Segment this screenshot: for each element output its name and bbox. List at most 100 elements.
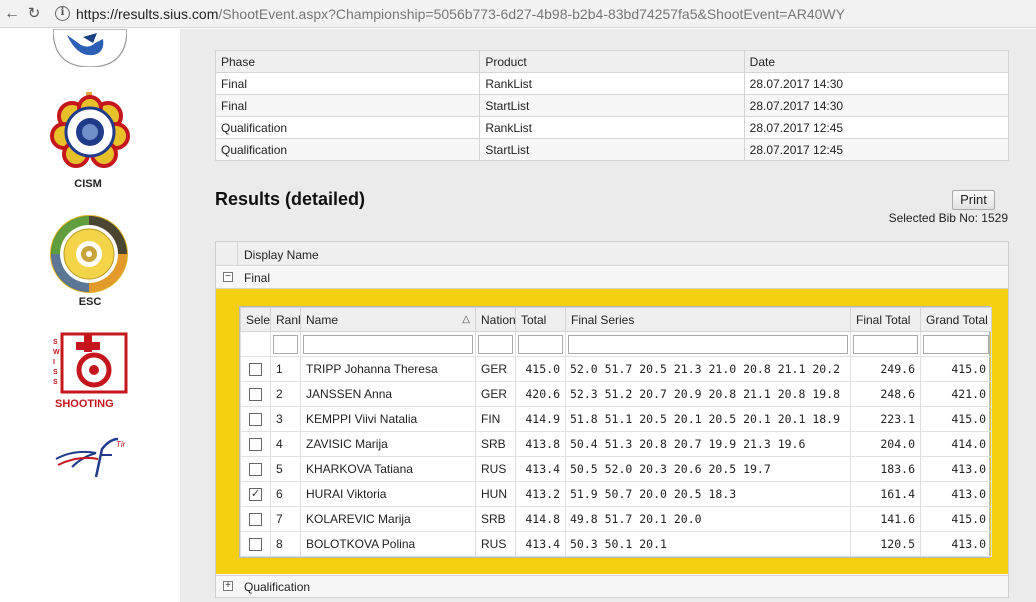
name-cell: KOLAREVIC Marija [300, 506, 476, 532]
col-grand-total[interactable]: Grand Total [920, 307, 992, 332]
phase-row[interactable]: Final RankList 28.07.2017 14:30 [214, 72, 1010, 95]
col-select[interactable]: Selec [240, 307, 271, 332]
reload-icon[interactable]: ↻ [24, 4, 44, 24]
col-total[interactable]: Total [515, 307, 566, 332]
final-total-cell: 161.4 [850, 481, 921, 507]
print-button[interactable]: Print [952, 190, 995, 210]
product-link[interactable]: StartList [479, 94, 745, 117]
filter-rank-input[interactable] [273, 334, 298, 354]
final-series-cell: 50.5 52.0 20.3 20.6 20.5 19.7 [565, 456, 851, 482]
rank-cell: 2 [270, 381, 301, 407]
filter-final-total-input[interactable] [853, 334, 918, 354]
col-name[interactable]: Name △ [300, 307, 476, 332]
federation-logo-top[interactable] [52, 28, 128, 68]
date-header[interactable]: Date [743, 50, 1010, 73]
product-header[interactable]: Product [479, 50, 745, 73]
row-checkbox[interactable]: ✓ [249, 488, 262, 502]
esc-logo[interactable] [48, 213, 130, 295]
final-total-cell: 120.5 [850, 531, 921, 557]
phase-row[interactable]: Qualification StartList 28.07.2017 12:45 [214, 138, 1010, 161]
result-row[interactable]: ✓ 6 HURAI Viktoria HUN 413.2 51.9 50.7 20.0 2… [240, 481, 992, 507]
filter-nation-input[interactable] [478, 334, 513, 354]
product-link[interactable]: StartList [479, 138, 745, 161]
back-arrow-icon[interactable]: ← [2, 4, 22, 24]
fstir-logo[interactable]: Tir [52, 433, 136, 479]
row-checkbox[interactable] [249, 388, 262, 402]
row-checkbox[interactable] [249, 538, 262, 552]
row-checkbox[interactable] [249, 438, 262, 452]
col-nation[interactable]: Nation [475, 307, 516, 332]
sponsor-sidebar: CISM ESC S W I S S SHOOTING Tir [0, 28, 180, 602]
col-final-series[interactable]: Final Series [565, 307, 851, 332]
browser-address-bar: ← ↻ i https://results.sius.com/ShootEven… [0, 0, 1036, 28]
final-series-cell: 52.3 51.2 20.7 20.9 20.8 21.1 20.8 19.8 [565, 381, 851, 407]
phase-table: Phase Product Date Final RankList 28.07.20… [214, 50, 1010, 161]
phase-cell: Qualification [214, 138, 481, 161]
cism-logo[interactable] [50, 92, 130, 174]
rank-cell: 3 [270, 406, 301, 432]
url-host: https://results.sius.com [76, 6, 219, 22]
result-row[interactable]: 4 ZAVISIC Marija SRB 413.8 50.4 51.3 20.8 20… [240, 431, 992, 457]
nation-cell: SRB [475, 506, 516, 532]
swiss-shooting-logo[interactable]: S W I S S [50, 332, 128, 398]
phase-row[interactable]: Final StartList 28.07.2017 14:30 [214, 94, 1010, 117]
final-total-cell: 183.6 [850, 456, 921, 482]
filter-total-input[interactable] [518, 334, 563, 354]
nation-cell: FIN [475, 406, 516, 432]
phase-header[interactable]: Phase [214, 50, 481, 73]
row-checkbox[interactable] [249, 463, 262, 477]
group-row-qualification[interactable]: + Qualification [216, 575, 1008, 597]
row-checkbox[interactable] [249, 363, 262, 377]
grand-total-cell: 413.0 [920, 481, 992, 507]
result-row[interactable]: 3 KEMPPI Viivi Natalia FIN 414.9 51.8 51.1 2… [240, 406, 992, 432]
rank-cell: 1 [270, 356, 301, 382]
grand-total-cell: 421.0 [920, 381, 992, 407]
product-link[interactable]: RankList [479, 116, 745, 139]
esc-label: ESC [78, 296, 102, 308]
site-info-icon[interactable]: i [55, 6, 70, 21]
name-cell: KEMPPI Viivi Natalia [300, 406, 476, 432]
expand-icon[interactable]: + [223, 581, 233, 591]
col-name-label: Name [306, 312, 339, 327]
final-results-table: Selec Rank Name △ Nation Total Final Seri… [240, 307, 992, 557]
total-cell: 413.4 [515, 531, 566, 557]
date-cell: 28.07.2017 12:45 [743, 116, 1010, 139]
phase-cell: Final [214, 72, 481, 95]
final-series-cell: 51.8 51.1 20.5 20.1 20.5 20.1 20.1 18.9 [565, 406, 851, 432]
final-total-cell: 248.6 [850, 381, 921, 407]
result-row[interactable]: 5 KHARKOVA Tatiana RUS 413.4 50.5 52.0 20.3 … [240, 456, 992, 482]
col-final-total[interactable]: Final Total [850, 307, 921, 332]
product-link[interactable]: RankList [479, 72, 745, 95]
result-row[interactable]: 7 KOLAREVIC Marija SRB 414.8 49.8 51.7 20.1 … [240, 506, 992, 532]
group-row-final[interactable]: − Final [216, 267, 1008, 289]
col-rank[interactable]: Rank [270, 307, 301, 332]
svg-text:S: S [53, 339, 58, 346]
phase-row[interactable]: Qualification RankList 28.07.2017 12:45 [214, 116, 1010, 139]
filter-cell-final-total [850, 331, 921, 357]
row-checkbox[interactable] [249, 513, 262, 527]
filter-series-input[interactable] [568, 334, 848, 354]
select-cell [240, 431, 271, 457]
result-row[interactable]: 2 JANSSEN Anna GER 420.6 52.3 51.2 20.7 20.9… [240, 381, 992, 407]
sort-ascending-icon[interactable]: △ [462, 314, 470, 325]
result-row[interactable]: 1 TRIPP Johanna Theresa GER 415.0 52.0 51.7 … [240, 356, 992, 382]
filter-name-input[interactable] [303, 334, 473, 354]
group-label-final: Final [244, 271, 271, 285]
final-series-cell: 49.8 51.7 20.1 20.0 [565, 506, 851, 532]
result-row[interactable]: 8 BOLOTKOVA Polina RUS 413.4 50.3 50.1 20.1 1… [240, 531, 992, 557]
final-series-cell: 52.0 51.7 20.5 21.3 21.0 20.8 21.1 20.2 [565, 356, 851, 382]
select-cell [240, 456, 271, 482]
rank-cell: 7 [270, 506, 301, 532]
filter-grand-total-input[interactable] [923, 334, 989, 354]
collapse-icon[interactable]: − [223, 272, 233, 282]
final-total-cell: 223.1 [850, 406, 921, 432]
name-cell: HURAI Viktoria [300, 481, 476, 507]
nation-cell: GER [475, 381, 516, 407]
row-checkbox[interactable] [249, 413, 262, 427]
date-cell: 28.07.2017 14:30 [743, 72, 1010, 95]
url-field[interactable]: https://results.sius.com/ShootEvent.aspx… [76, 6, 845, 22]
filter-cell-total [515, 331, 566, 357]
svg-text:S: S [53, 369, 58, 376]
nation-cell: RUS [475, 456, 516, 482]
display-name-header[interactable]: Display Name [244, 248, 319, 262]
